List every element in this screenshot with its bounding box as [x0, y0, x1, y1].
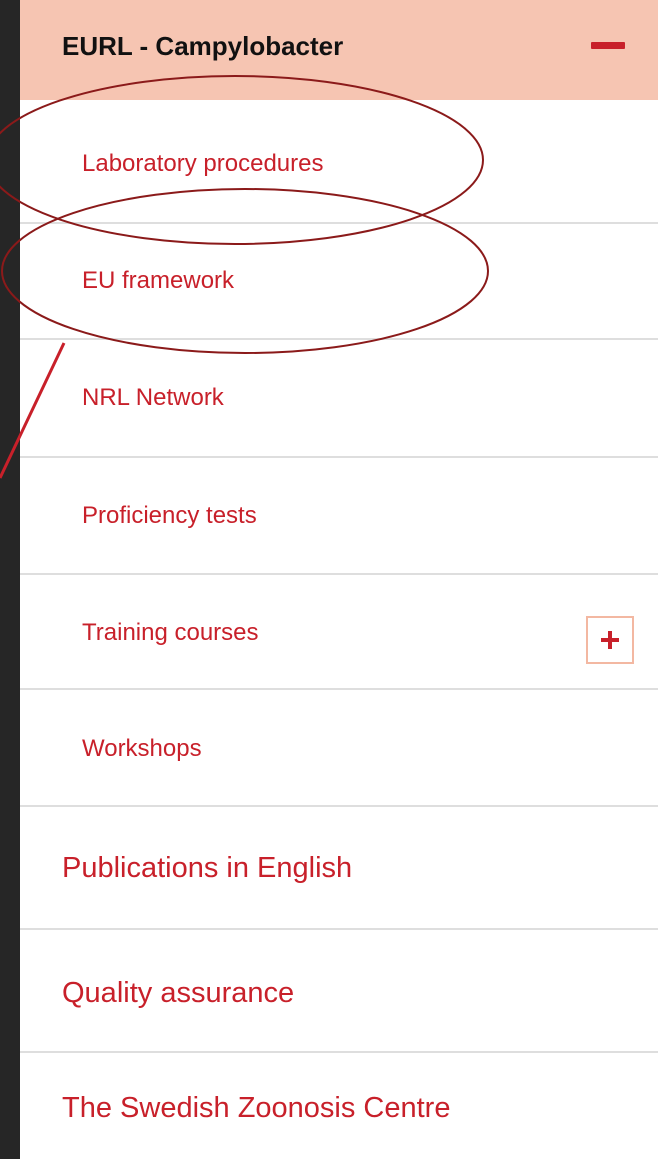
submenu-item-workshops[interactable]: Workshops: [20, 690, 658, 807]
submenu-item-eu-framework[interactable]: EU framework: [20, 224, 658, 340]
menu-item-label[interactable]: Publications in English: [62, 849, 352, 887]
submenu-item-proficiency-tests[interactable]: Proficiency tests: [20, 458, 658, 575]
submenu-item-label[interactable]: NRL Network: [82, 382, 224, 414]
expand-training-courses-button[interactable]: [586, 616, 634, 664]
section-title: EURL - Campylobacter: [62, 31, 344, 61]
submenu-item-label[interactable]: Workshops: [82, 733, 202, 765]
submenu-item-label[interactable]: EU framework: [82, 265, 234, 297]
submenu-item-label[interactable]: Training courses: [82, 617, 259, 649]
submenu-item-training-courses[interactable]: Training courses: [20, 575, 658, 690]
submenu-item-nrl-network[interactable]: NRL Network: [20, 340, 658, 458]
navigation-panel: EURL - Campylobacter Laboratory procedur…: [20, 0, 658, 1159]
menu-item-swedish-zoonosis-centre[interactable]: The Swedish Zoonosis Centre: [20, 1053, 658, 1159]
menu-item-publications-in-english[interactable]: Publications in English: [20, 807, 658, 930]
menu-item-label[interactable]: Quality assurance: [62, 974, 294, 1012]
menu-item-quality-assurance[interactable]: Quality assurance: [20, 930, 658, 1053]
section-header[interactable]: EURL - Campylobacter: [20, 0, 658, 100]
submenu-item-label[interactable]: Proficiency tests: [82, 500, 257, 532]
menu-item-label[interactable]: The Swedish Zoonosis Centre: [62, 1089, 450, 1127]
submenu-item-laboratory-procedures[interactable]: Laboratory procedures: [20, 100, 658, 224]
submenu-item-label[interactable]: Laboratory procedures: [82, 148, 323, 180]
minus-icon[interactable]: [591, 42, 625, 49]
